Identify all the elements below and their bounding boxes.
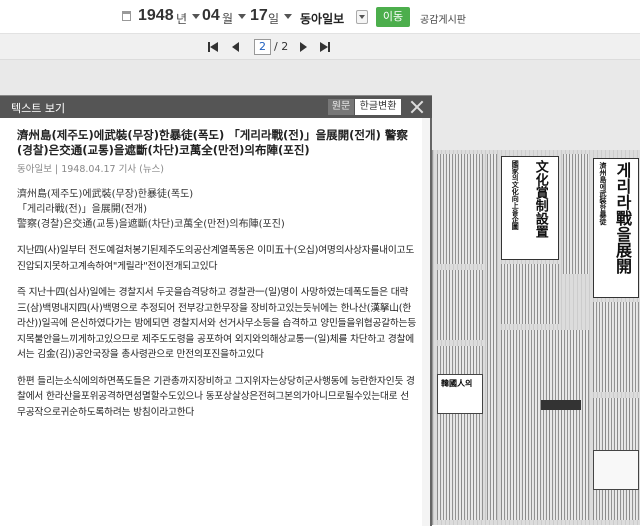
- month-unit: 월: [222, 12, 234, 26]
- article-paragraph-1: 지난四(사)일부터 전도예걸처봉기된제주도의공산계열폭동은 이미五十(오십)여명…: [17, 245, 415, 272]
- tab-hangul-conversion[interactable]: 한글변환: [355, 99, 401, 115]
- bulletin-link[interactable]: 공감게시판: [420, 11, 466, 26]
- top-navigation-bar: 1948 년 04 월 17 일 동아일보 이동 공감게시판: [0, 0, 640, 34]
- masthead-text: 濟州島에武裝한暴徒: [599, 162, 608, 225]
- newspaper-column: [593, 302, 639, 392]
- article-paragraph-3: 한편 들리는소식에의하면폭도들은 기관총까지장비하고 그지위자는상당히군사행동에…: [17, 375, 415, 418]
- guerrilla-headline-text: 게리라戰을展開: [613, 162, 632, 274]
- article-headline-2: 「게리라戰(전)」을展開(전개): [17, 204, 148, 215]
- last-page-icon[interactable]: [320, 42, 330, 52]
- article-headline-1: 濟州島(제주도)에武裝(무장)한暴徒(폭도): [17, 189, 194, 200]
- first-page-icon[interactable]: [208, 42, 218, 52]
- article: 濟州島(제주도)에武裝(무장)한暴徒(폭도) 「게리라戰(전)」을展開(전개) …: [17, 128, 417, 420]
- newspaper-column: [563, 154, 589, 274]
- article-title: 濟州島(제주도)에武裝(무장)한暴徒(폭도) 「게리라戰(전)」을展開(전개) …: [17, 128, 408, 157]
- newspaper-page-image[interactable]: 文化賞制設置 國家의文化向上을企圖 게리라戰을展開 濟州島에武裝한暴徒 韓國人의: [432, 150, 640, 525]
- newspaper-box: [593, 450, 639, 490]
- month-dropdown-icon[interactable]: [238, 14, 246, 19]
- year-unit: 년: [176, 12, 188, 26]
- year-dropdown-icon[interactable]: [192, 14, 200, 19]
- newspaper-column: [501, 330, 589, 520]
- panel-title: 텍스트 보기: [11, 102, 66, 115]
- next-page-icon[interactable]: [300, 42, 307, 52]
- article-paragraph-2: 즉 지난十四(십사)일에는 경찰지서 두곳을습격당하고 경찰관一(일)명이 사망…: [17, 287, 417, 360]
- text-view-body: 濟州島(제주도)에武裝(무장)한暴徒(폭도) 「게리라戰(전)」을展開(전개) …: [0, 118, 432, 526]
- box-label: 韓國人의: [441, 378, 473, 388]
- guerrilla-article-headline[interactable]: 게리라戰을展開 濟州島에武裝한暴徒: [593, 158, 639, 298]
- newspaper-column: [437, 154, 483, 264]
- newspaper-column: [437, 346, 483, 520]
- newspaper-rule: [541, 400, 581, 410]
- month-value[interactable]: 04: [202, 7, 220, 25]
- go-button[interactable]: 이동: [376, 7, 410, 27]
- culture-article-headline: 文化賞制設置 國家의文化向上을企圖: [501, 156, 559, 260]
- newspaper-column: [437, 270, 483, 340]
- day-unit: 일: [268, 12, 280, 26]
- newspaper-box: 韓國人의: [437, 374, 483, 414]
- culture-subheadline-text: 國家의文化向上을企圖: [511, 160, 521, 230]
- article-headline-block: 濟州島(제주도)에武裝(무장)한暴徒(폭도) 「게리라戰(전)」을展開(전개) …: [17, 187, 417, 232]
- text-view-scrollbar[interactable]: [422, 118, 430, 526]
- newspaper-column: [501, 264, 559, 324]
- newspaper-dropdown-icon[interactable]: [356, 10, 368, 24]
- close-icon[interactable]: [410, 100, 424, 114]
- culture-headline-text: 文化賞制設置: [532, 160, 548, 238]
- article-meta: 동아일보 | 1948.04.17 기사 (뉴스): [17, 164, 165, 175]
- article-headline-3: 警察(경찰)은交通(교통)을遮斷(차단)코萬全(만전)의布陣(포진): [17, 219, 285, 230]
- text-view-header: 텍스트 보기 원문 한글변환: [0, 96, 432, 118]
- newspaper-column: [487, 154, 497, 520]
- page-number-input[interactable]: 2: [254, 39, 271, 55]
- page-navigation-bar: 2 / 2: [0, 34, 640, 60]
- calendar-icon[interactable]: [122, 11, 131, 21]
- newspaper-selector[interactable]: 동아일보: [300, 10, 344, 27]
- text-view-panel: 텍스트 보기 원문 한글변환 濟州島(제주도)에武裝(무장)한暴徒(폭도) 「게…: [0, 95, 432, 526]
- year-value[interactable]: 1948: [138, 7, 174, 25]
- day-dropdown-icon[interactable]: [284, 14, 292, 19]
- tab-original[interactable]: 원문: [328, 99, 354, 115]
- page-total: / 2: [274, 40, 289, 53]
- day-value[interactable]: 17: [250, 7, 268, 25]
- previous-page-icon[interactable]: [232, 42, 239, 52]
